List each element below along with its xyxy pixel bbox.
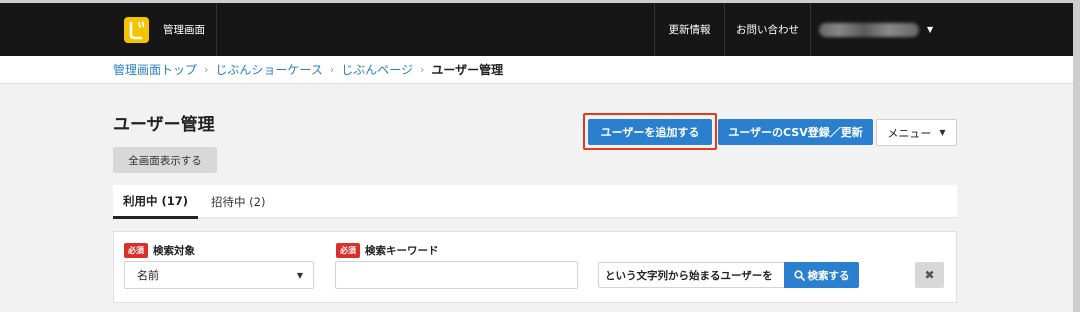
- menu-dropdown[interactable]: メニュー ▼: [876, 119, 957, 146]
- nav-contact[interactable]: お問い合わせ: [724, 3, 810, 56]
- breadcrumb: 管理画面トップ › じぶんショーケース › じぶんページ › ユーザー管理: [0, 56, 1073, 84]
- breadcrumb-current: ユーザー管理: [431, 63, 504, 77]
- csv-import-button[interactable]: ユーザーのCSV登録／更新: [718, 119, 873, 145]
- close-icon: ✖: [924, 268, 935, 282]
- app-title: 管理画面: [163, 24, 205, 36]
- match-mode-select[interactable]: という文字列から始まるユーザーを: [598, 262, 787, 288]
- required-badge: 必須: [336, 243, 360, 258]
- search-target-label-text: 検索対象: [153, 245, 195, 257]
- breadcrumb-link-showcase[interactable]: じぶんショーケース: [215, 61, 322, 78]
- chevron-right-icon: ›: [329, 63, 335, 76]
- search-keyword-label: 必須 検索キーワード: [336, 243, 439, 258]
- search-button-label: 検索する: [807, 269, 850, 282]
- tab-active-users[interactable]: 利用中 (17): [113, 185, 198, 219]
- menu-label: メニュー: [887, 126, 932, 140]
- tab-invited-users[interactable]: 招待中 (2): [211, 185, 265, 218]
- caret-down-icon: ▼: [939, 128, 946, 137]
- search-target-label: 必須 検索対象: [124, 243, 195, 258]
- search-panel: 必須 検索対象 名前 ▼ 必須 検索キーワード という文字列から始まるユーザーを…: [113, 231, 957, 303]
- fullscreen-button[interactable]: 全画面表示する: [113, 147, 217, 173]
- chevron-right-icon: ›: [204, 63, 209, 76]
- search-target-select[interactable]: 名前 ▼: [124, 261, 314, 289]
- caret-down-icon: ▼: [927, 25, 934, 34]
- breadcrumb-link-page[interactable]: じぶんページ: [341, 61, 413, 78]
- breadcrumb-link-admin-top[interactable]: 管理画面トップ: [113, 61, 197, 78]
- add-user-button[interactable]: ユーザーを追加する: [588, 119, 712, 145]
- user-name-blurred: [819, 22, 919, 37]
- brand[interactable]: 管理画面: [113, 3, 217, 56]
- search-button[interactable]: 検索する: [784, 262, 859, 288]
- top-navbar: 管理画面 更新情報 お問い合わせ ▼: [0, 3, 1073, 56]
- search-keyword-label-text: 検索キーワード: [365, 245, 439, 257]
- required-badge: 必須: [124, 243, 148, 258]
- user-tabs: 利用中 (17) 招待中 (2): [113, 185, 957, 219]
- nav-updates[interactable]: 更新情報: [654, 3, 724, 56]
- clear-search-button[interactable]: ✖: [915, 262, 944, 288]
- window-scrollbar[interactable]: [1073, 0, 1080, 312]
- user-menu[interactable]: ▼: [810, 3, 944, 56]
- search-target-value: 名前: [137, 269, 159, 282]
- search-icon: [793, 269, 805, 281]
- chevron-right-icon: ›: [420, 63, 425, 76]
- page-title: ユーザー管理: [113, 115, 215, 135]
- caret-down-icon: ▼: [296, 271, 303, 280]
- app-logo-icon: [124, 16, 149, 43]
- search-keyword-input[interactable]: [335, 261, 578, 289]
